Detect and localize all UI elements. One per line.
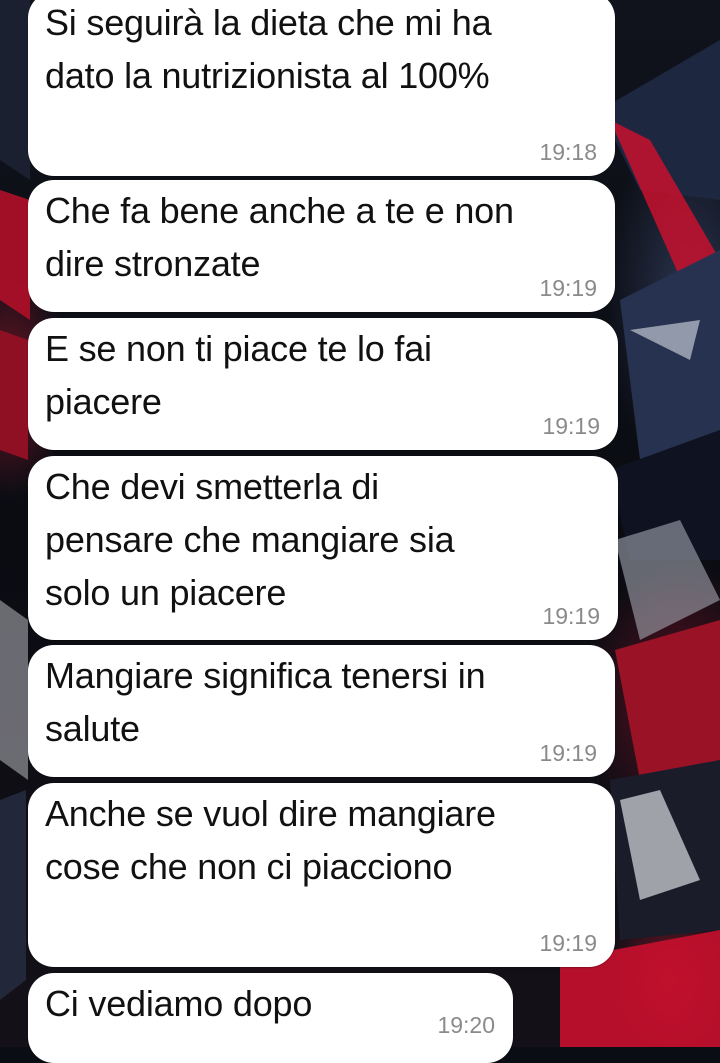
message-text: Anche se vuol dire mangiare cose che non… <box>45 793 496 887</box>
message-bubble[interactable]: Che devi smetterla di pensare che mangia… <box>28 456 618 640</box>
message-bubble[interactable]: E se non ti piace te lo fai piacere 19:1… <box>28 318 618 450</box>
message-timestamp: 19:19 <box>539 275 597 301</box>
message-bubble[interactable]: Anche se vuol dire mangiare cose che non… <box>28 783 615 967</box>
message-list[interactable]: Si seguirà la dieta che mi ha dato la nu… <box>0 0 720 1063</box>
message-text: Si seguirà la dieta che mi ha dato la nu… <box>45 2 492 96</box>
message-text: E se non ti piace te lo fai piacere <box>45 328 432 422</box>
message-timestamp: 19:19 <box>542 413 600 439</box>
message-text: Che fa bene anche a te e non dire stronz… <box>45 190 514 284</box>
message-timestamp: 19:19 <box>539 930 597 956</box>
message-text: Mangiare significa tenersi in salute <box>45 655 486 749</box>
message-timestamp: 19:19 <box>539 740 597 766</box>
message-timestamp: 19:19 <box>542 603 600 629</box>
message-bubble[interactable]: Mangiare significa tenersi in salute 19:… <box>28 645 615 777</box>
message-timestamp: 19:18 <box>539 139 597 165</box>
message-timestamp: 19:20 <box>437 1012 495 1038</box>
message-text: Che devi smetterla di pensare che mangia… <box>45 466 455 613</box>
message-bubble[interactable]: Ci vediamo dopo 19:20 <box>28 973 513 1063</box>
message-text: Ci vediamo dopo <box>45 983 313 1024</box>
message-bubble[interactable]: Che fa bene anche a te e non dire stronz… <box>28 180 615 312</box>
message-bubble[interactable]: Si seguirà la dieta che mi ha dato la nu… <box>28 0 615 176</box>
